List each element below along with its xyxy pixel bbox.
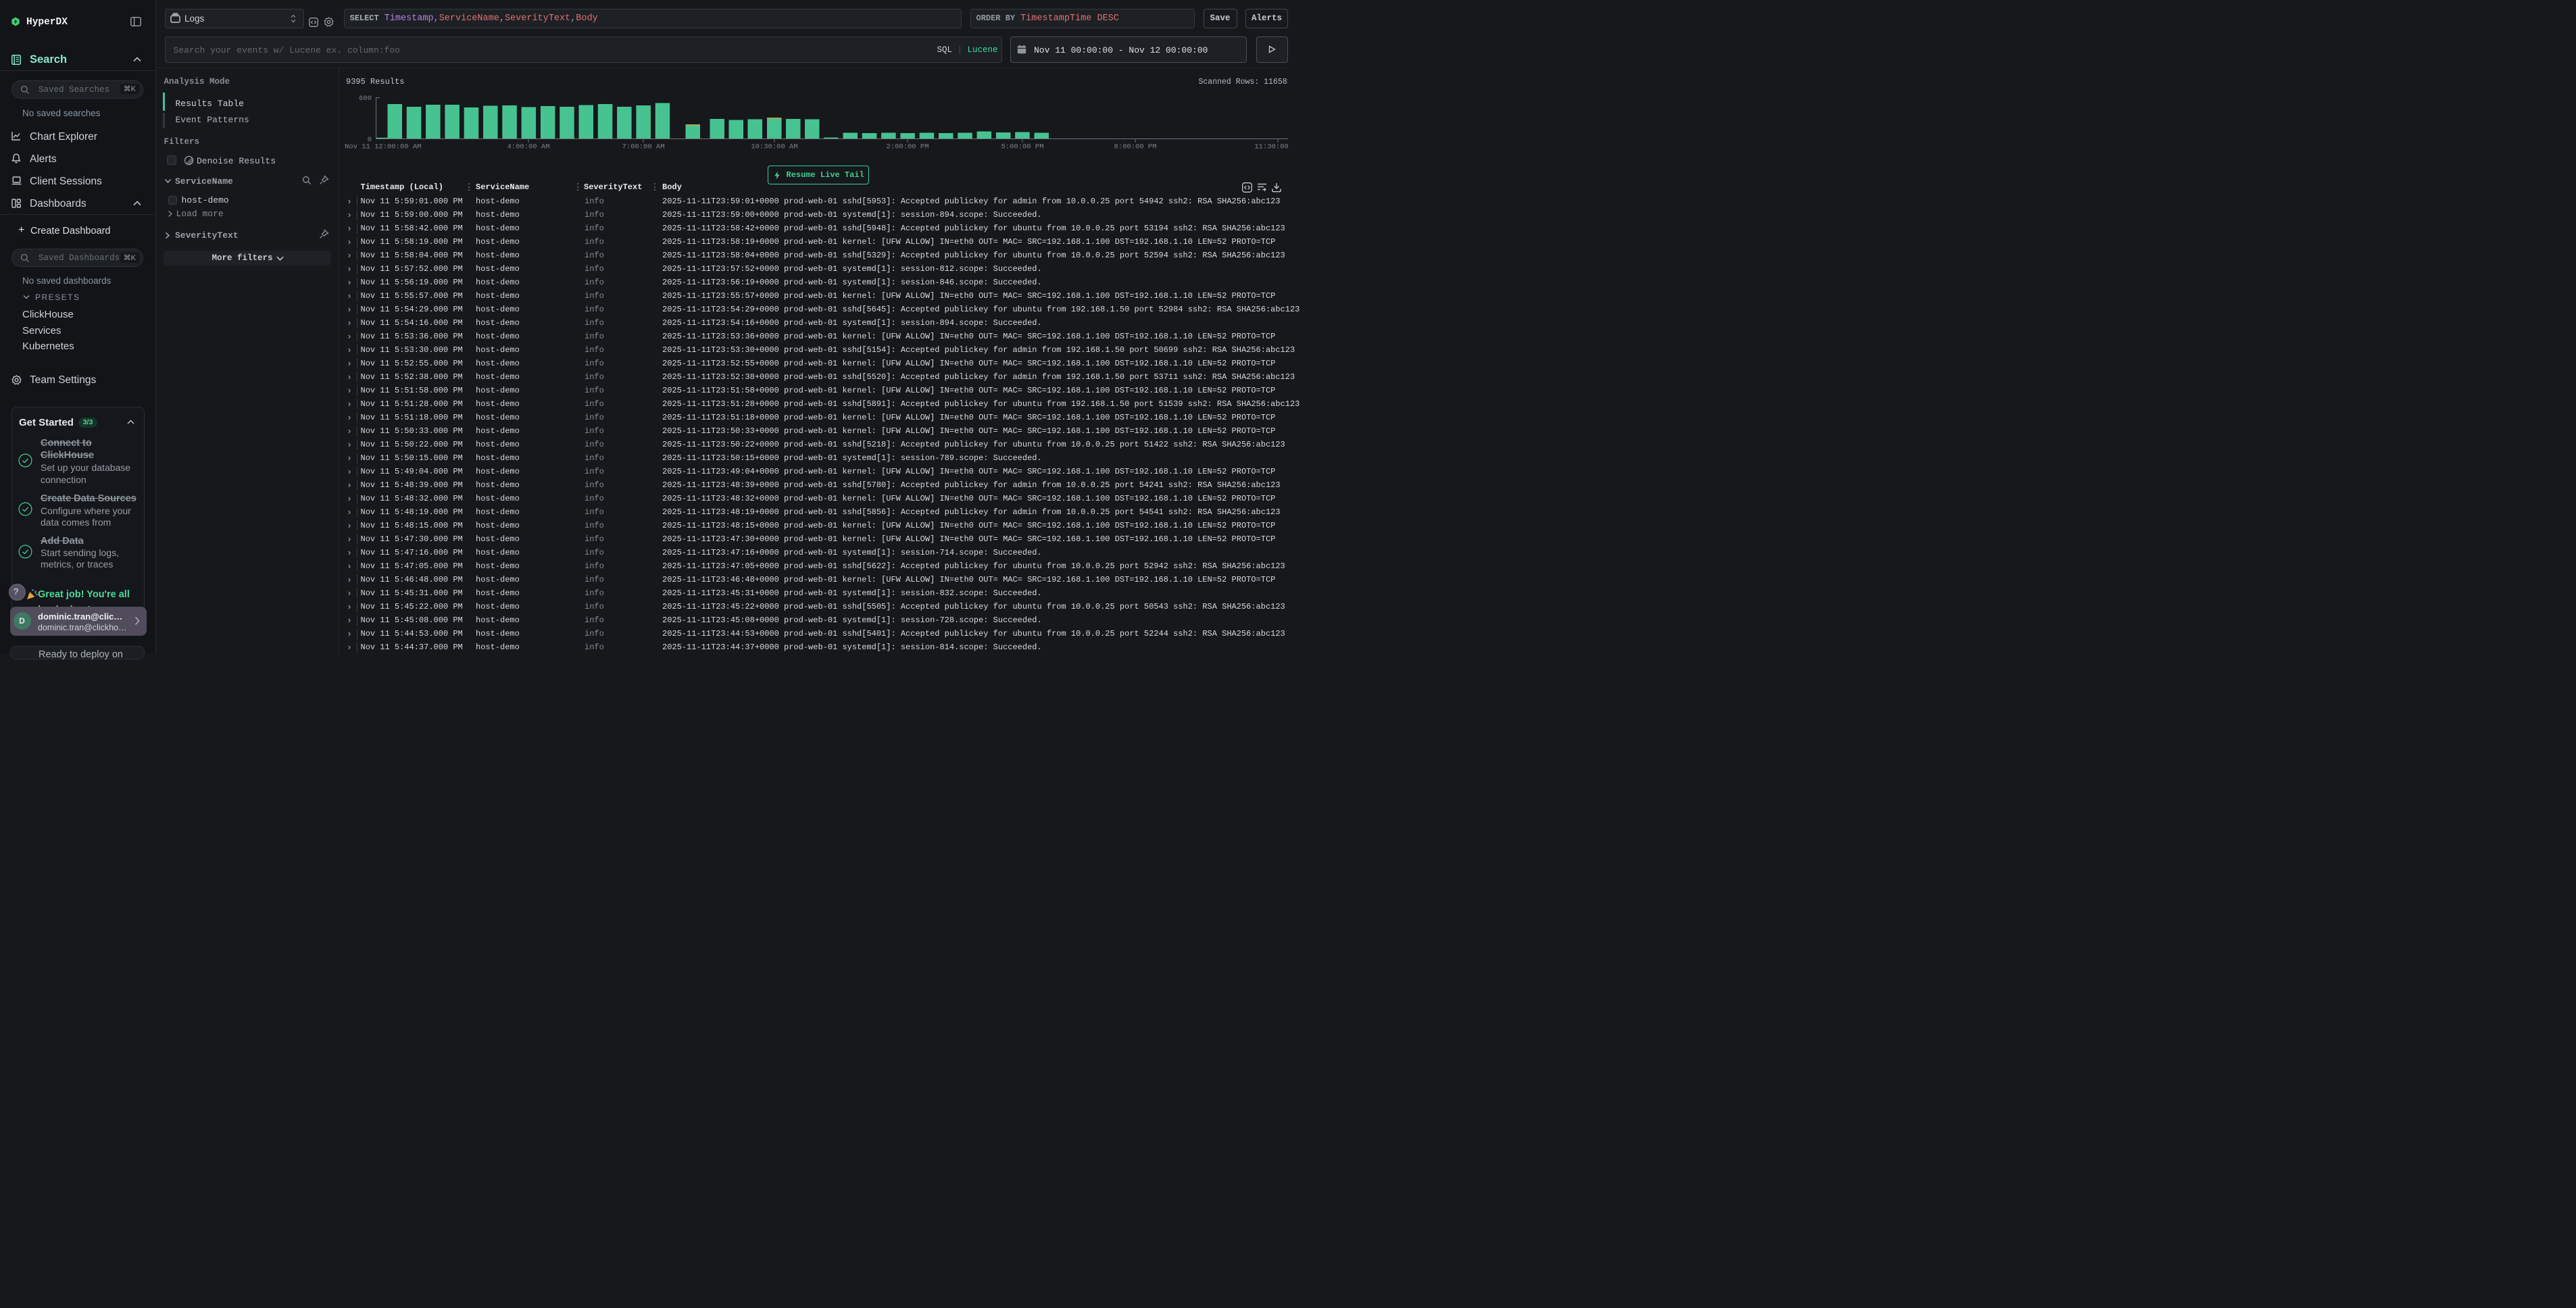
svg-text:4:00:00 AM: 4:00:00 AM [507,143,549,151]
svg-text:8:00:00 PM: 8:00:00 PM [1114,143,1156,151]
svg-text:10:30:00 AM: 10:30:00 AM [751,143,797,151]
svg-text:5:00:00 PM: 5:00:00 PM [1001,143,1043,151]
svg-text:7:00:00 AM: 7:00:00 AM [622,143,664,151]
svg-text:11:30:00 PM: 11:30:00 PM [1254,143,1288,151]
svg-text:600: 600 [359,95,372,103]
svg-text:Nov 11 12:00:00 AM: Nov 11 12:00:00 AM [345,143,421,151]
svg-text:2:00:00 PM: 2:00:00 PM [886,143,928,151]
